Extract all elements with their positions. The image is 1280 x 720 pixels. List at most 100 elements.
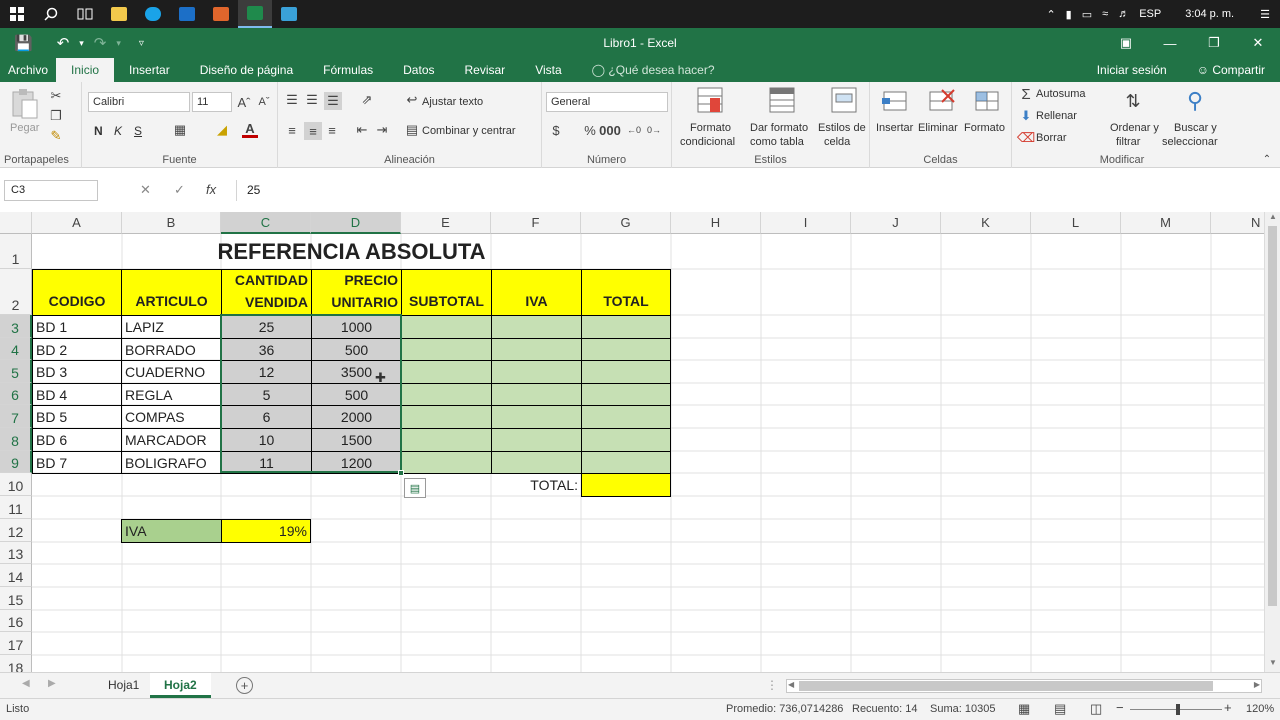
increase-font-icon[interactable]: Aˆ bbox=[236, 94, 252, 110]
scroll-left-icon[interactable]: ◀ bbox=[788, 680, 794, 689]
cell-codigo[interactable]: BD 3 bbox=[32, 360, 122, 384]
cell-styles-icon[interactable] bbox=[830, 86, 860, 116]
cell-articulo[interactable]: BOLIGRAFO bbox=[121, 451, 222, 474]
format-as-table-label1[interactable]: Dar formato bbox=[750, 122, 808, 134]
zoom-level[interactable]: 120% bbox=[1246, 703, 1274, 715]
row-header[interactable]: 15 bbox=[0, 587, 32, 610]
cell-subtotal[interactable] bbox=[401, 451, 492, 474]
sign-in-link[interactable]: Iniciar sesión bbox=[1082, 58, 1182, 82]
increase-decimal-icon[interactable]: ←0 bbox=[626, 122, 642, 138]
underline-button[interactable]: S bbox=[134, 124, 142, 138]
cell-total[interactable] bbox=[581, 338, 671, 361]
sheet-title[interactable]: REFERENCIA ABSOLUTA bbox=[122, 234, 581, 269]
column-header[interactable]: H bbox=[671, 212, 761, 234]
vertical-scrollbar[interactable]: ▲ ▼ bbox=[1264, 212, 1280, 672]
align-top-icon[interactable]: ☰ bbox=[284, 92, 300, 108]
grand-total-cell[interactable] bbox=[581, 473, 671, 497]
sort-filter-icon[interactable]: ⇅ bbox=[1118, 86, 1148, 116]
zoom-slider-thumb[interactable] bbox=[1176, 704, 1180, 715]
cell-precio[interactable]: 500 bbox=[311, 338, 402, 361]
cell-iva[interactable] bbox=[491, 383, 582, 406]
row-header[interactable]: 4 bbox=[0, 338, 32, 360]
format-as-table-label2[interactable]: como tabla bbox=[750, 136, 804, 148]
cell-iva[interactable] bbox=[491, 315, 582, 339]
page-break-view-icon[interactable]: ◫ bbox=[1090, 701, 1102, 717]
align-left-icon[interactable]: ≡ bbox=[284, 122, 300, 138]
row-header[interactable]: 1 bbox=[0, 234, 32, 269]
number-format-box[interactable]: General bbox=[546, 92, 668, 112]
status-count[interactable]: Recuento: 14 bbox=[852, 703, 917, 715]
wrap-text-button[interactable]: Ajustar texto bbox=[422, 96, 483, 108]
column-header[interactable]: G bbox=[581, 212, 671, 234]
quick-analysis-icon[interactable]: ▤ bbox=[404, 478, 426, 498]
merge-center-icon[interactable]: ▤ bbox=[404, 122, 420, 138]
conditional-format-icon[interactable] bbox=[696, 86, 726, 116]
cell-articulo[interactable]: LAPIZ bbox=[121, 315, 222, 339]
horizontal-scrollbar[interactable]: ◀ ▶ bbox=[786, 679, 1262, 693]
insert-cells-icon[interactable] bbox=[880, 86, 910, 116]
zoom-slider[interactable] bbox=[1130, 704, 1222, 715]
column-header[interactable]: F bbox=[491, 212, 581, 234]
cell-precio[interactable]: 1000 bbox=[311, 315, 402, 339]
tab-formulas[interactable]: Fórmulas bbox=[308, 58, 388, 82]
column-header[interactable]: K bbox=[941, 212, 1031, 234]
delete-cells-label[interactable]: Eliminar bbox=[918, 122, 958, 134]
paste-icon[interactable] bbox=[10, 88, 40, 119]
cell-cantidad[interactable]: 12 bbox=[221, 360, 312, 384]
row-header[interactable]: 11 bbox=[0, 496, 32, 519]
zoom-in-icon[interactable]: + bbox=[1224, 700, 1232, 715]
sheet-tab-hoja2[interactable]: Hoja2 bbox=[150, 673, 211, 698]
header-total[interactable]: TOTAL bbox=[581, 269, 671, 316]
fill-button[interactable]: Rellenar bbox=[1036, 110, 1077, 122]
undo-dropdown-icon[interactable]: ▾ bbox=[79, 38, 84, 49]
copy-icon[interactable]: ❐ bbox=[48, 108, 64, 124]
cell-total[interactable] bbox=[581, 383, 671, 406]
cell-iva[interactable] bbox=[491, 338, 582, 361]
cell-iva[interactable] bbox=[491, 451, 582, 474]
find-select-icon[interactable]: ⚲ bbox=[1180, 86, 1210, 116]
column-header[interactable]: I bbox=[761, 212, 851, 234]
header-subtotal[interactable]: SUBTOTAL bbox=[401, 269, 492, 316]
cell-total[interactable] bbox=[581, 360, 671, 384]
row-header[interactable]: 18 bbox=[0, 655, 32, 672]
wifi-icon[interactable]: ≈ bbox=[1102, 8, 1108, 20]
increase-indent-icon[interactable]: ⇥ bbox=[374, 122, 390, 138]
column-header[interactable]: B bbox=[122, 212, 221, 234]
task-view-icon[interactable] bbox=[68, 0, 102, 28]
bold-button[interactable]: N bbox=[94, 124, 103, 138]
cell-articulo[interactable]: COMPAS bbox=[121, 405, 222, 429]
scroll-right-icon[interactable]: ▶ bbox=[1254, 680, 1260, 689]
scroll-down-icon[interactable]: ▼ bbox=[1265, 658, 1280, 672]
redo-icon[interactable]: ↷ bbox=[94, 34, 107, 52]
horizontal-scroll-thumb[interactable] bbox=[799, 681, 1213, 691]
cell-articulo[interactable]: CUADERNO bbox=[121, 360, 222, 384]
clock[interactable]: 3:04 p. m. bbox=[1185, 8, 1234, 20]
notifications-icon[interactable]: ☰ bbox=[1260, 8, 1270, 21]
format-painter-icon[interactable]: ✎ bbox=[48, 128, 64, 144]
cell-codigo[interactable]: BD 2 bbox=[32, 338, 122, 361]
decrease-decimal-icon[interactable]: 0→ bbox=[646, 122, 662, 138]
minimize-button[interactable]: — bbox=[1148, 28, 1192, 58]
undo-icon[interactable]: ↶ bbox=[57, 34, 70, 52]
language-indicator[interactable]: ESP bbox=[1139, 8, 1161, 20]
comma-style-icon[interactable]: 000 bbox=[599, 122, 621, 138]
cell-cantidad[interactable]: 10 bbox=[221, 428, 312, 452]
edge-browser-icon[interactable] bbox=[136, 0, 170, 28]
cell-cantidad[interactable]: 5 bbox=[221, 383, 312, 406]
column-header[interactable]: C bbox=[221, 212, 311, 234]
find-select-label1[interactable]: Buscar y bbox=[1174, 122, 1217, 134]
row-header[interactable]: 17 bbox=[0, 632, 32, 655]
cell-subtotal[interactable] bbox=[401, 428, 492, 452]
cell-subtotal[interactable] bbox=[401, 315, 492, 339]
formula-input[interactable]: 25 bbox=[236, 180, 1266, 201]
cell-iva[interactable] bbox=[491, 405, 582, 429]
eraser-icon[interactable]: ⌫ bbox=[1017, 130, 1035, 146]
column-header[interactable]: J bbox=[851, 212, 941, 234]
percent-icon[interactable]: % bbox=[582, 122, 598, 138]
cell-subtotal[interactable] bbox=[401, 405, 492, 429]
column-header[interactable]: N bbox=[1211, 212, 1264, 234]
paste-label[interactable]: Pegar bbox=[10, 122, 39, 134]
cell-cantidad[interactable]: 11 bbox=[221, 451, 312, 474]
conditional-format-label2[interactable]: condicional bbox=[680, 136, 735, 148]
delete-cells-icon[interactable] bbox=[926, 86, 956, 116]
